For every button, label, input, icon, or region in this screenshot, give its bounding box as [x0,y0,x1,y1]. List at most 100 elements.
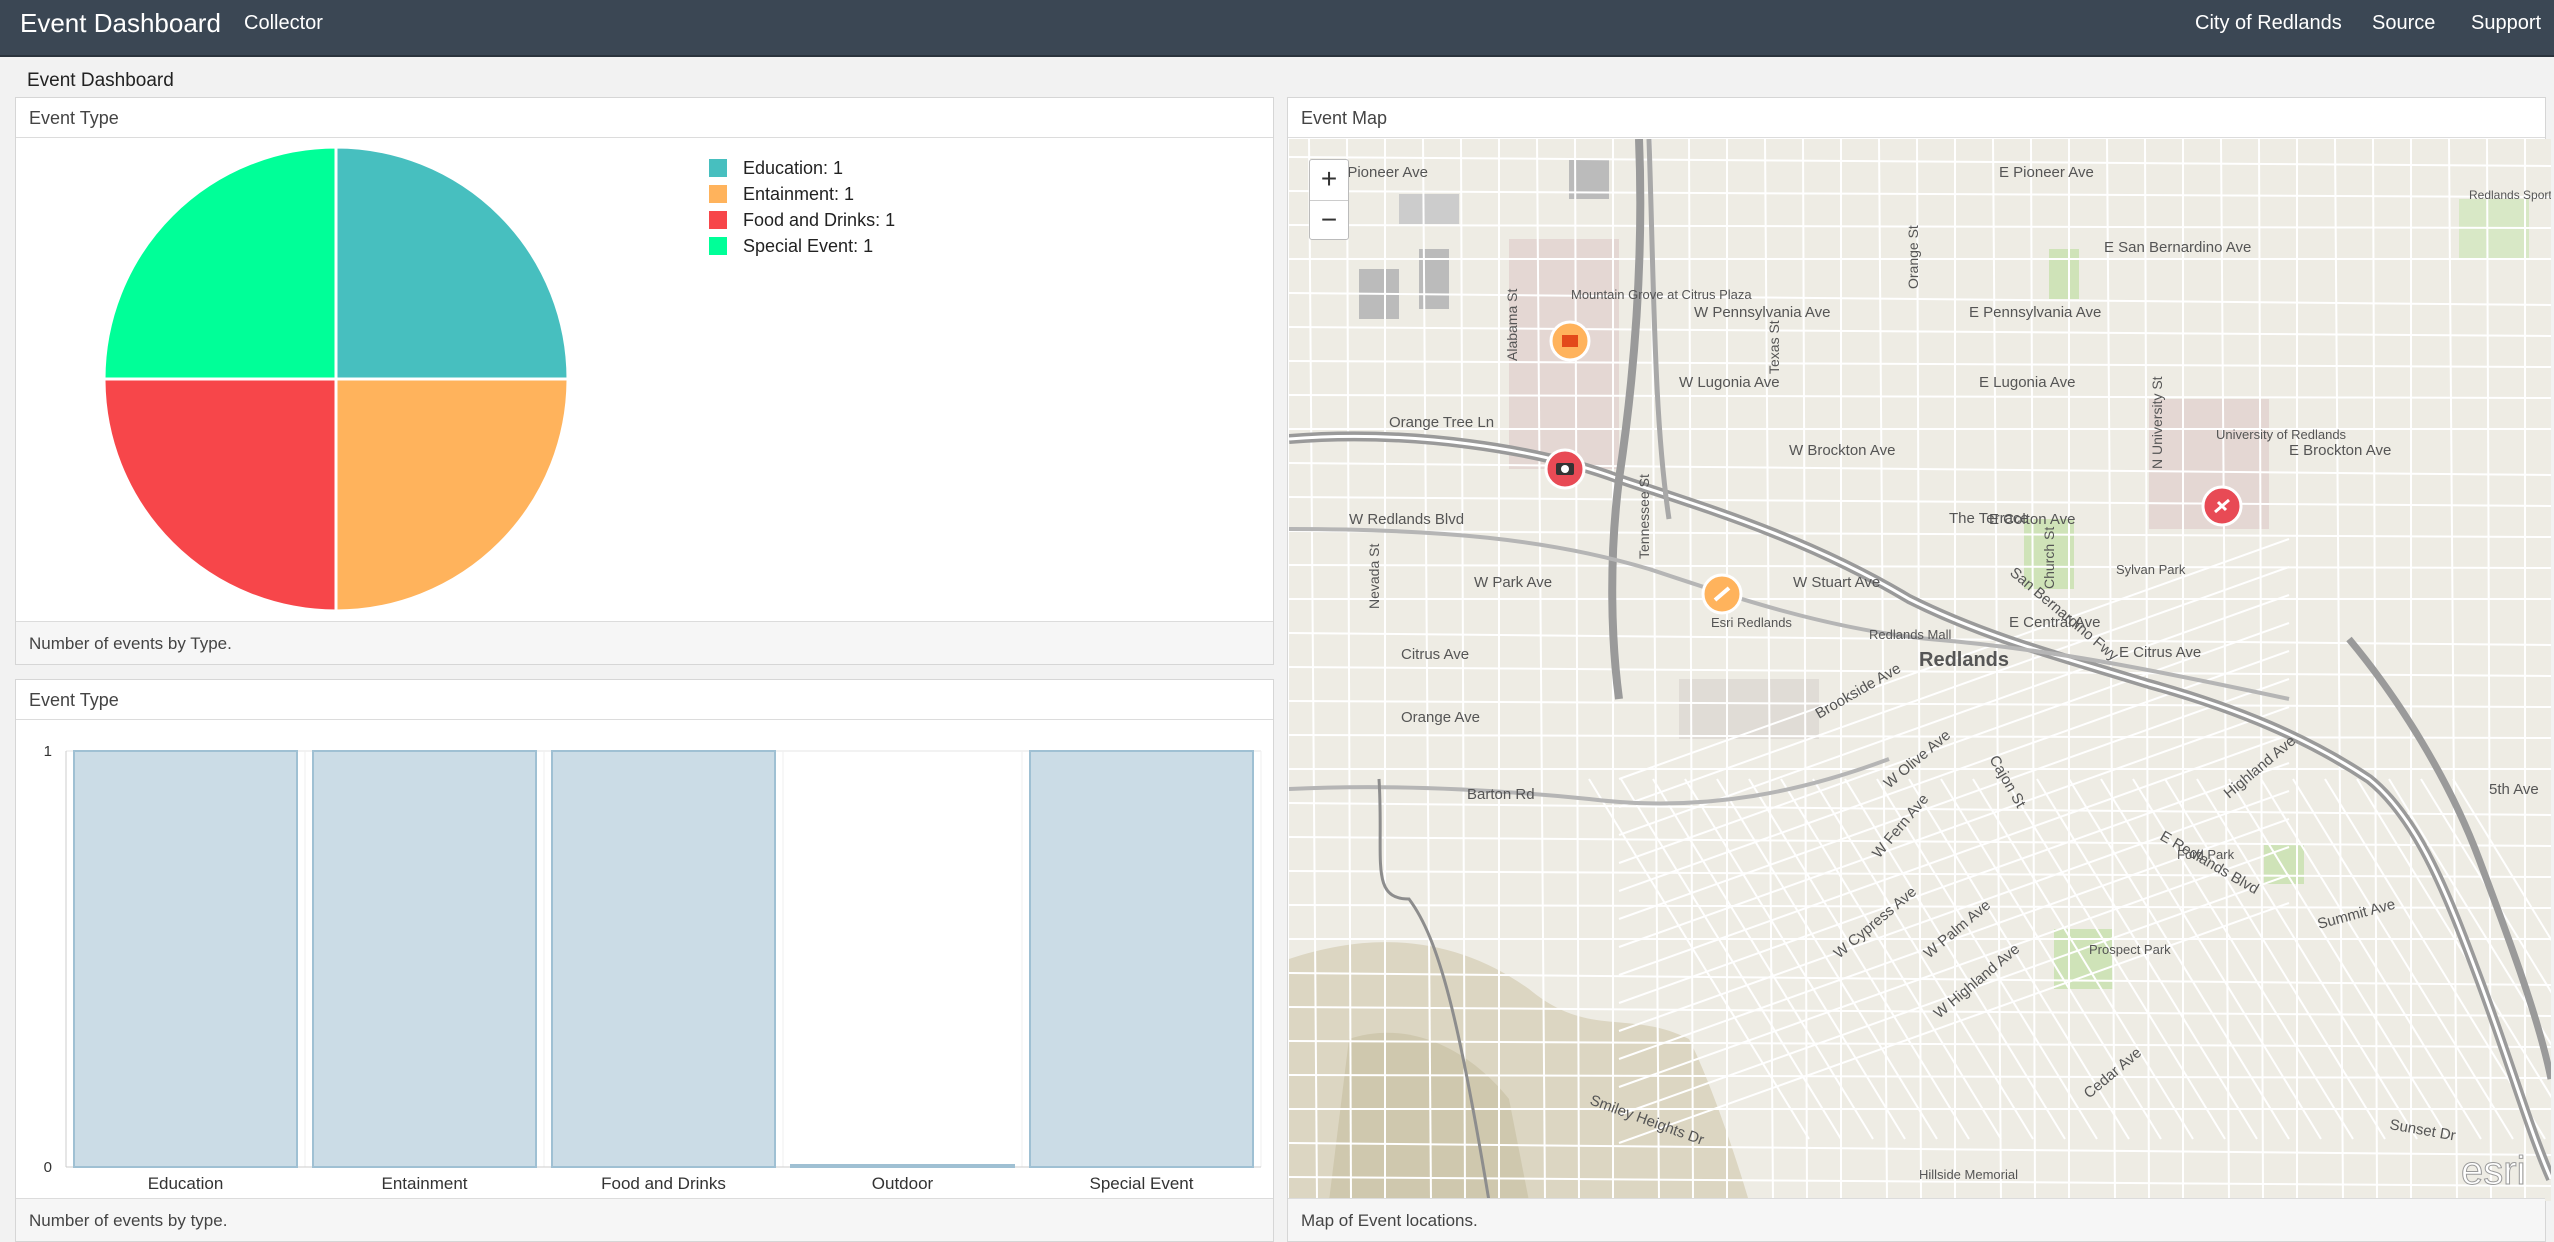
map-label: University of Redlands [2216,427,2347,442]
panel-title: Event Type [29,690,119,710]
map-label: Redlands Mall [1869,627,1951,642]
street [1289,190,2551,198]
legend-item-entainment: Entainment: 1 [709,181,895,207]
page-title: Event Dashboard [27,70,174,91]
map-label: E Pioneer Ave [1999,164,2094,181]
bar-outdoor[interactable] [790,1164,1015,1168]
street [1684,778,1906,1140]
map-area [1399,194,1459,224]
map-label: Summit Ave [2316,896,2397,933]
nav-source-link[interactable]: Source [2372,12,2435,35]
panel-header: Event Map [1288,98,2545,138]
map-label: E San Bernardino Ave [2104,239,2251,256]
panel-footer: Number of events by type. [16,1198,1273,1241]
x-tick-label: Food and Drinks [601,1174,726,1193]
street [1289,156,2551,167]
street [2220,139,2230,1201]
bar-education[interactable] [73,750,298,1168]
map-label: Citrus Ave [1401,646,1469,663]
map-label: Hillside Memorial [1919,1167,2018,1182]
esri-attribution: esri [2461,1149,2525,1193]
pie-chart-panel: Event Type Education: 1 Entainment: 1 Fo… [15,97,1274,665]
map-label: Tennessee St [1636,474,1652,559]
map-label: Ford Park [2177,847,2235,862]
street [2292,778,2514,1140]
event-marker-special[interactable] [2201,485,2243,527]
map-area [1679,679,1819,739]
map-city-label: Redlands [1919,649,2009,671]
x-tick-label: Outdoor [872,1174,934,1193]
map-label: E Pennsylvania Ave [1969,304,2101,321]
map-park [2049,249,2079,299]
legend-label: Food and Drinks: 1 [743,209,896,230]
legend-item-special-event: Special Event: 1 [709,233,895,259]
map-park [2459,199,2529,259]
panel-title: Event Map [1301,108,1388,128]
map-label: Esri Redlands [1711,615,1792,630]
pie-slice-food-and-drinks[interactable] [102,377,338,613]
bar-food-and-drinks[interactable] [551,750,776,1168]
street [2196,778,2418,1140]
brand-title[interactable]: Event Dashboard [20,8,221,39]
street [1289,292,2551,306]
bar-special-event[interactable] [1029,750,1254,1168]
event-map[interactable]: W Pioneer Ave E Pioneer Ave W Pennsylvania… [1289,139,2551,1201]
legend-label: Special Event: 1 [743,235,874,256]
map-canvas[interactable]: W Pioneer Ave E Pioneer AveW Pennsylvania… [1289,139,2551,1201]
zoom-out-button[interactable]: − [1310,200,1348,240]
y-tick-label: 1 [44,743,52,760]
map-label: Nevada St [1366,544,1382,609]
map-label: W Highland Ave [1931,941,2023,1022]
map-label: Orange Tree Ln [1389,414,1494,431]
legend-label: Education: 1 [743,157,844,178]
nav-support-link[interactable]: Support [2471,12,2541,35]
street [2164,778,2386,1140]
map-label: Sylvan Park [2116,562,2186,577]
map-label: N University St [2149,376,2165,469]
panel-footer: Map of Event locations. [1288,1198,2545,1241]
map-label: W Lugonia Ave [1679,374,1780,391]
street [2030,139,2036,1201]
zoom-in-button[interactable]: + [1310,160,1348,200]
panel-header: Event Type [16,98,1273,138]
pie-legend: Education: 1 Entainment: 1 Food and Drin… [709,155,895,259]
map-label: E Brockton Ave [2289,442,2391,459]
event-map-panel: Event Map W Pioneer Ave E Pioneer Ave W … [1287,97,2551,1242]
event-marker-entertainment[interactable] [1549,320,1591,362]
street [2260,778,2482,1140]
street [1289,326,2551,337]
map-label: W Stuart Ave [1793,574,1880,591]
legend-label: Entainment: 1 [743,183,855,204]
map-label: Orange Ave [1401,709,1480,726]
street [1289,462,2551,476]
map-label: Church St [2041,527,2057,589]
map-label: Barton Rd [1467,786,1535,803]
event-marker-food[interactable] [1701,573,1743,615]
map-label: 5th Ave [2489,781,2539,798]
panel-footer-text: Number of events by type. [29,1211,228,1230]
map-label: W Park Ave [1474,574,1552,591]
panel-title: Event Type [29,108,119,128]
freeway [2346,636,2551,1080]
pie-chart [102,145,570,613]
pie-slice-special-event[interactable] [102,145,338,381]
map-label: W Brockton Ave [1789,442,1895,459]
bar-chart-panel: Event Type 0 1 Education Entainment Food and… [15,679,1274,1242]
bar-entainment[interactable] [312,750,537,1168]
legend-swatch [709,159,727,177]
street [1289,496,2551,507]
legend-swatch [709,185,727,203]
legend-swatch [709,237,727,255]
pie-slice-education[interactable] [334,145,570,381]
map-label: E Lugonia Ave [1979,374,2075,391]
map-label: The Terrace [1949,510,2029,527]
nav-collector-link[interactable]: Collector [244,12,323,35]
event-marker-education[interactable] [1544,448,1586,490]
nav-city-link[interactable]: City of Redlands [2195,12,2342,35]
zoom-control: + − [1309,159,1349,240]
map-label: Alabama St [1504,289,1520,361]
map-label: Texas St [1766,320,1782,374]
panel-footer-text: Number of events by Type. [29,634,232,653]
map-label: Cedar Ave [2081,1044,2145,1102]
pie-slice-entainment[interactable] [334,377,570,613]
